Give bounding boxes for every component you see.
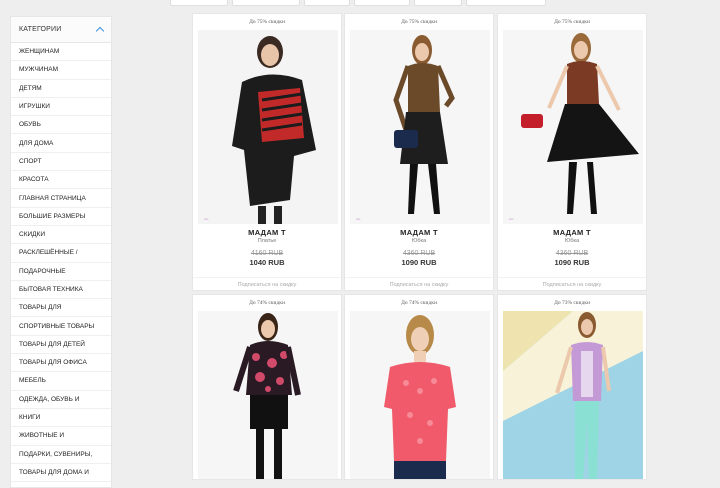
subscribe-discount-link[interactable]: Подписаться на скидку (345, 277, 493, 288)
category-item[interactable]: ПОДАРОЧНЫЕ (11, 263, 111, 281)
top-tab[interactable] (414, 0, 462, 6)
category-header[interactable]: КАТЕГОРИИ (11, 17, 111, 43)
discount-label: До 74% скидки (401, 300, 437, 306)
old-price: 4160 RUB (250, 250, 284, 257)
category-item[interactable]: ТОВАРЫ ДЛЯ ДОМА И (11, 464, 111, 483)
category-item[interactable]: ДЕТЯМ (11, 80, 111, 98)
sale-price: 1090 RUB (554, 258, 590, 267)
category-item[interactable]: ОБУВЬ (11, 116, 111, 135)
category-item[interactable]: ПОДАРКИ, СУВЕНИРЫ, (11, 446, 111, 464)
top-tab-bar (0, 0, 720, 6)
top-tab[interactable] (304, 0, 350, 6)
top-tab[interactable] (170, 0, 228, 6)
top-tab[interactable] (354, 0, 410, 6)
category-item[interactable]: БЫТОВАЯ ТЕХНИКА (11, 281, 111, 300)
product-card[interactable]: До 75% скидки ▪▪▪▪ МАДАМ Т Платье 4160 R… (192, 13, 342, 291)
product-card[interactable]: До 74% скидки (344, 294, 494, 480)
product-photo[interactable]: ▪▪▪▪ (503, 30, 643, 224)
subscribe-discount-link[interactable]: Подписаться на скидку (498, 277, 646, 288)
model-in-black-skirt-image (350, 30, 490, 224)
category-item[interactable]: СПОРТ (11, 153, 111, 172)
product-brand[interactable]: МАДАМ Т (498, 228, 646, 237)
category-item[interactable]: МЕБЕЛЬ (11, 372, 111, 391)
model-in-coral-lace-top-image (350, 311, 490, 479)
model-in-lilac-top-mint-pants-image (503, 311, 643, 479)
sale-price: 1090 RUB (401, 258, 437, 267)
discount-label: До 75% скидки (554, 19, 590, 25)
product-brand[interactable]: МАДАМ Т (193, 228, 341, 237)
discount-label: До 73% скидки (554, 300, 590, 306)
chevron-up-icon[interactable] (95, 26, 105, 36)
discount-label: До 75% скидки (401, 19, 437, 25)
category-item[interactable]: ЖЕНЩИНАМ (11, 43, 111, 62)
category-item[interactable]: ИГРУШКИ (11, 98, 111, 117)
subscribe-discount-link[interactable]: Подписаться на скидку (193, 277, 341, 288)
category-list: ЖЕНЩИНАМ МУЖЧИНАМ ДЕТЯМ ИГРУШКИ ОБУВЬ ДЛ… (11, 43, 111, 483)
category-item[interactable]: РАСКЛЕШЁННЫЕ / (11, 244, 111, 263)
product-photo[interactable]: ▪▪▪▪ (198, 30, 338, 224)
category-item[interactable]: КНИГИ (11, 409, 111, 428)
category-item[interactable]: ГЛАВНАЯ СТРАНИЦА (11, 189, 111, 208)
discount-label: До 75% скидки (249, 19, 285, 25)
product-type: Юбка (564, 238, 580, 244)
category-item[interactable]: ТОВАРЫ ДЛЯ ДЕТЕЙ (11, 336, 111, 355)
product-type: Юбка (411, 238, 427, 244)
category-title: КАТЕГОРИИ (19, 26, 62, 33)
photo-watermark: ▪▪▪▪ (509, 217, 514, 221)
old-price: 4360 RUB (402, 250, 436, 257)
photo-watermark: ▪▪▪▪ (204, 217, 209, 221)
category-item[interactable]: ЖИВОТНЫЕ И (11, 427, 111, 446)
category-item[interactable]: СКИДКИ (11, 226, 111, 245)
top-tab[interactable] (466, 0, 546, 6)
category-item[interactable]: ОДЕЖДА, ОБУВЬ И (11, 391, 111, 409)
product-photo[interactable] (350, 311, 490, 479)
model-in-floral-blouse-image (198, 311, 338, 479)
product-photo[interactable] (198, 311, 338, 479)
category-item[interactable]: МУЖЧИНАМ (11, 61, 111, 80)
old-price: 4360 RUB (555, 250, 589, 257)
product-type: Платье (257, 238, 277, 244)
product-photo[interactable] (503, 311, 643, 479)
category-item[interactable]: КРАСОТА (11, 171, 111, 190)
product-card[interactable]: До 73% скидки (497, 294, 647, 480)
category-item[interactable]: ДЛЯ ДОМА (11, 134, 111, 153)
discount-label: До 74% скидки (249, 300, 285, 306)
top-tab[interactable] (232, 0, 300, 6)
model-in-black-red-dress-image (198, 30, 338, 224)
sale-price: 1040 RUB (249, 258, 285, 267)
model-in-flared-skirt-image (503, 30, 643, 224)
product-card[interactable]: До 75% скидки ▪▪▪▪ МАДАМ Т Юбка 4360 RUB… (497, 13, 647, 291)
category-sidebar: КАТЕГОРИИ ЖЕНЩИНАМ МУЖЧИНАМ ДЕТЯМ ИГРУШК… (10, 16, 112, 488)
product-card[interactable]: До 74% скидки (192, 294, 342, 480)
category-item[interactable]: БОЛЬШИЕ РАЗМЕРЫ (11, 208, 111, 226)
product-brand[interactable]: МАДАМ Т (345, 228, 493, 237)
category-item[interactable]: СПОРТИВНЫЕ ТОВАРЫ (11, 317, 111, 336)
product-photo[interactable]: ▪▪▪▪ (350, 30, 490, 224)
category-item[interactable]: ТОВАРЫ ДЛЯ (11, 299, 111, 318)
category-item[interactable]: ТОВАРЫ ДЛЯ ОФИСА (11, 354, 111, 373)
product-card[interactable]: До 75% скидки ▪▪▪▪ МАДАМ Т Юбка 4360 RUB… (344, 13, 494, 291)
photo-watermark: ▪▪▪▪ (356, 217, 361, 221)
